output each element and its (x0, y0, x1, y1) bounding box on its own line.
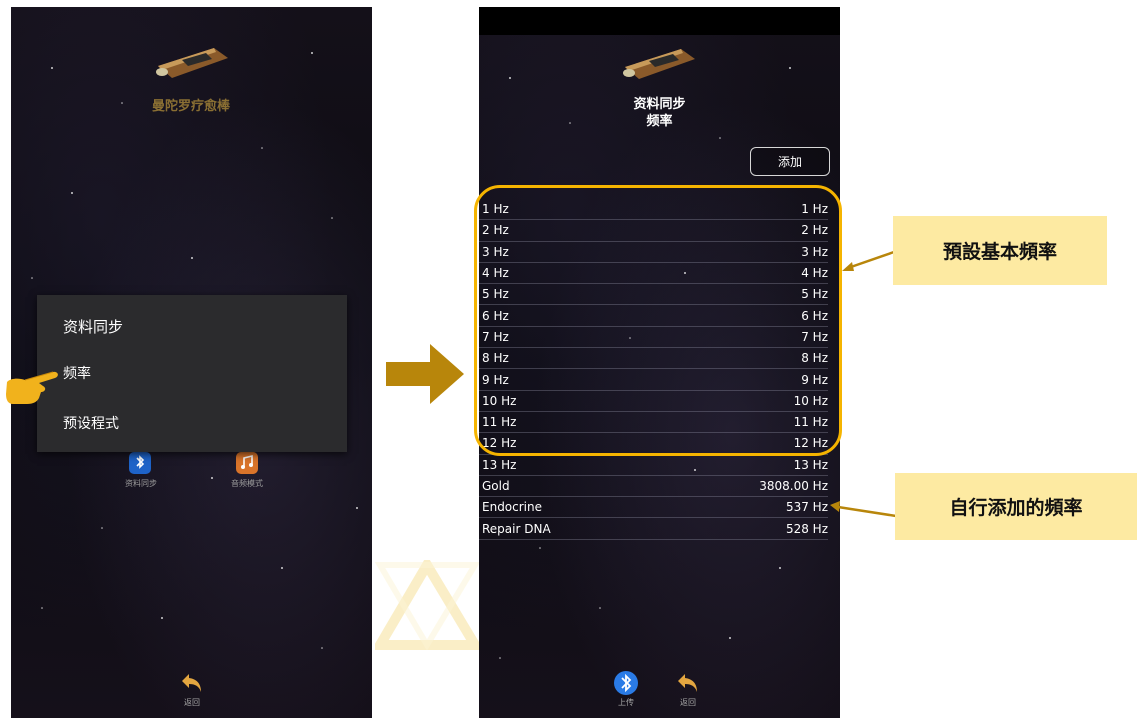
frequency-value: 13 Hz (793, 457, 828, 472)
back-arrow-icon[interactable] (675, 670, 701, 696)
preset-frequency-highlight (474, 185, 842, 456)
back-label: 返回 (680, 698, 696, 707)
home-label-audio: 音频模式 (231, 479, 263, 488)
bluetooth-icon[interactable] (129, 452, 151, 474)
dialog-item-frequency[interactable]: 频率 (63, 363, 91, 383)
frequency-row[interactable]: Gold 3808.00 Hz (479, 476, 828, 498)
frequency-name: 13 Hz (482, 457, 517, 472)
back-arrow-icon[interactable] (179, 670, 205, 696)
watermark-logo (375, 560, 480, 650)
callout-pointer-top (842, 250, 895, 271)
status-bar (479, 7, 840, 35)
app-title: 曼陀罗疗愈棒 (151, 99, 230, 114)
left-phone-screen: 曼陀罗疗愈棒 资料同步 音频模式 资料同步 频率 预设程式 返回 (11, 7, 372, 718)
frequency-value: 528 Hz (785, 521, 828, 536)
wand-device-icon (623, 49, 695, 79)
upload-label: 上传 (618, 698, 634, 707)
frequency-value: 3808.00 Hz (759, 479, 828, 493)
add-button[interactable]: 添加 (750, 147, 830, 176)
frequency-row[interactable]: 13 Hz 13 Hz (479, 455, 828, 476)
frequency-name: Repair DNA (482, 521, 551, 536)
music-icon[interactable] (236, 452, 258, 474)
sync-dialog: 资料同步 频率 预设程式 (37, 295, 347, 452)
callout-pointer-bottom (830, 501, 897, 518)
home-label-sync: 资料同步 (125, 479, 157, 488)
bluetooth-icon[interactable] (613, 670, 639, 696)
frequency-row[interactable]: Endocrine 537 Hz (479, 497, 828, 519)
frequency-value: 537 Hz (785, 500, 828, 515)
dialog-item-preset-program[interactable]: 预设程式 (63, 413, 119, 433)
custom-frequency-callout: 自行添加的頻率 (895, 473, 1137, 540)
preset-frequency-callout: 預設基本頻率 (893, 216, 1107, 285)
frequency-name: Gold (482, 479, 510, 493)
frequency-row[interactable]: Repair DNA 528 Hz (479, 518, 828, 540)
pointing-hand-icon (6, 371, 58, 404)
wand-device-icon (156, 48, 228, 78)
back-label: 返回 (184, 698, 200, 707)
frequency-name: Endocrine (482, 500, 542, 515)
flow-arrow-icon (386, 344, 464, 404)
dialog-title: 资料同步 (63, 318, 124, 336)
page-subtitle: 频率 (646, 114, 673, 129)
